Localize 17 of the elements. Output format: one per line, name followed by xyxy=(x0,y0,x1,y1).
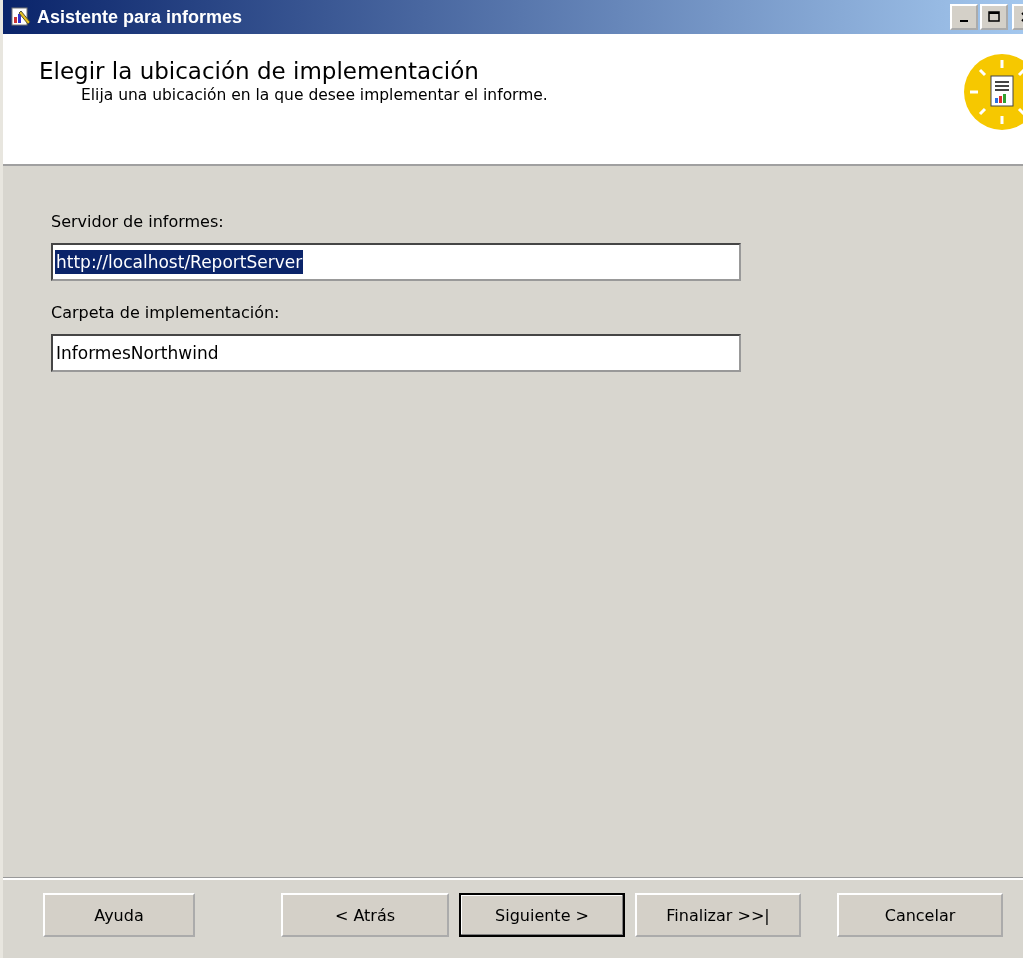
window-title: Asistente para informes xyxy=(37,6,243,28)
maximize-button[interactable] xyxy=(980,4,1008,30)
wizard-button[interactable]: Ayuda xyxy=(43,893,195,937)
minimize-button[interactable] xyxy=(950,4,978,30)
field-label: Carpeta de implementación: xyxy=(51,303,281,322)
page-subtitle: Elija una ubicación en la que desee implementar el informe. xyxy=(81,86,548,104)
wizard-button[interactable]: Finalizar >>| xyxy=(635,893,801,937)
text-field[interactable]: InformesNorthwind xyxy=(51,334,741,372)
wizard-button[interactable]: < Atrás xyxy=(281,893,449,937)
wizard-icon xyxy=(11,7,31,27)
maximize-icon xyxy=(987,10,1001,24)
wizard-button[interactable]: Cancelar xyxy=(837,893,1003,937)
field-label: Servidor de informes: xyxy=(51,212,225,231)
page-title: Elegir la ubicación de implementación xyxy=(39,58,480,84)
minimize-icon xyxy=(960,20,968,22)
wizard-button[interactable]: Siguiente > xyxy=(459,893,625,937)
text-field[interactable]: http://localhost/ReportServer xyxy=(51,243,741,281)
